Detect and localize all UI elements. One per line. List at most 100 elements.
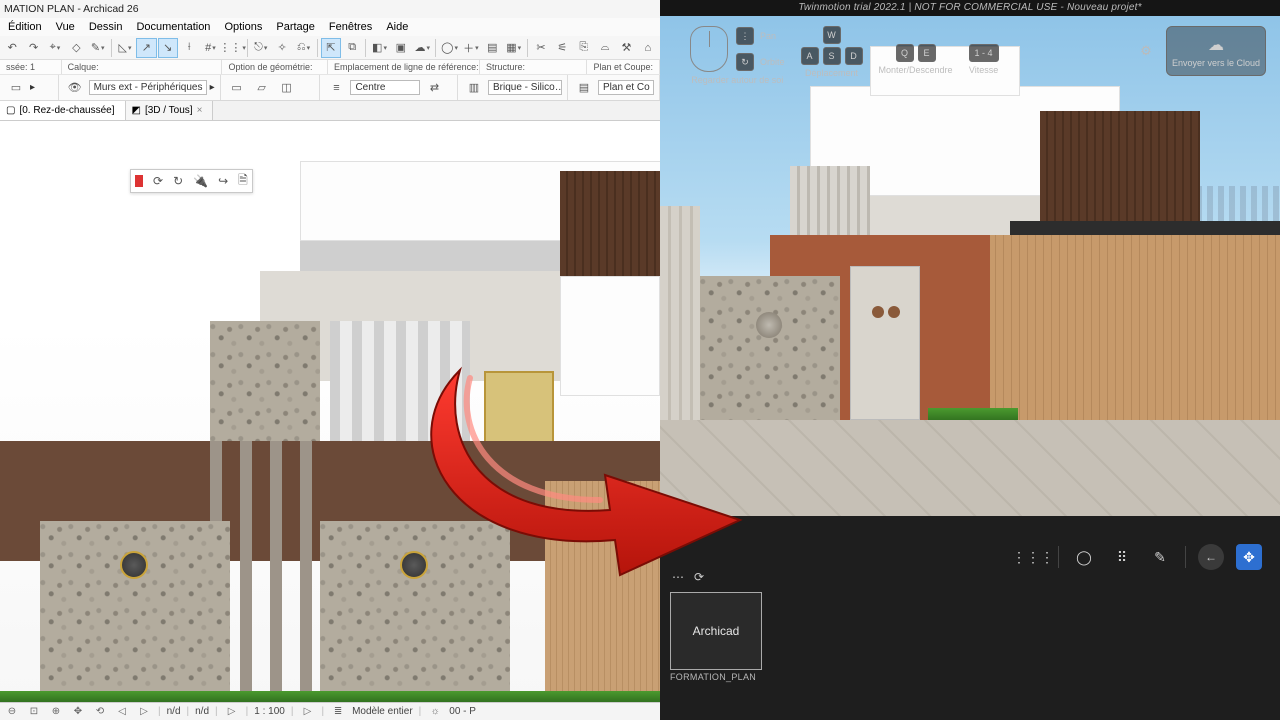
magic-icon[interactable]: ✧	[272, 38, 292, 58]
sheets-icon[interactable]: ▦	[503, 38, 523, 58]
hud-mouse-group: ⋮Pan ↻Orbite Regarder autour de soi	[690, 26, 785, 85]
key-d: D	[845, 47, 863, 65]
redo-icon[interactable]: ↷	[23, 38, 43, 58]
sb-fit-icon[interactable]: ⊡	[26, 705, 42, 719]
twinmotion-window: Twinmotion trial 2022.1 | NOT FOR COMMER…	[660, 0, 1280, 720]
guideline-a-icon[interactable]: ↗	[136, 38, 156, 58]
sb-prev-icon[interactable]: ◁	[114, 705, 130, 719]
struct-field[interactable]: Brique - Silico…	[488, 80, 562, 95]
marker-icon[interactable]: ✎	[88, 38, 108, 58]
floating-toolbar[interactable]: ⟳ ↻ 🔌 ↪ 🗎	[130, 169, 253, 193]
ft-plug-icon[interactable]: 🔌	[193, 174, 208, 188]
archicad-menubar: Édition Vue Dessin Documentation Options…	[0, 18, 660, 36]
select-tool-icon[interactable]: ◯	[1071, 544, 1097, 570]
plan-field[interactable]: Plan et Co	[598, 80, 654, 95]
menu-partage[interactable]: Partage	[270, 18, 321, 36]
navigation-hud: ⋮Pan ↻Orbite Regarder autour de soi W A …	[690, 26, 1266, 100]
archicad-window: MATION PLAN - Archicad 26 Édition Vue De…	[0, 0, 660, 720]
import-refresh-icon[interactable]: ⟳	[694, 570, 704, 584]
sb-zoomout-icon[interactable]: ⊖	[4, 705, 20, 719]
circle-icon[interactable]: ◯	[439, 38, 459, 58]
hdr-struct: Structure:	[480, 60, 587, 74]
tab-plan[interactable]: ▢ [0. Rez-de-chaussée]	[0, 101, 126, 120]
refline-field[interactable]: Centre	[350, 80, 420, 95]
ref-icon[interactable]: ≡	[325, 78, 347, 98]
hdr-refline: Emplacement de ligne de référence:	[328, 60, 480, 74]
snap-icon[interactable]: ⋮⋮	[222, 38, 244, 58]
home-icon[interactable]: ⌂	[638, 38, 658, 58]
guideline-b-icon[interactable]: ↘	[158, 38, 178, 58]
cloud-upload-icon: ☁	[1208, 35, 1224, 55]
sb-pan-icon[interactable]: ✥	[70, 705, 86, 719]
ruler-icon[interactable]: ⟊	[179, 38, 199, 58]
sb-view-icon[interactable]: ▷	[224, 705, 240, 719]
tool-icon[interactable]: ⚒	[616, 38, 636, 58]
back-tool-icon[interactable]: ←	[1198, 544, 1224, 570]
tab-3d[interactable]: ◩ [3D / Tous] ×	[126, 101, 214, 120]
geom-a-icon[interactable]: ▭	[226, 78, 248, 98]
plus-icon[interactable]: ＋	[461, 38, 481, 58]
sb-zoomin-icon[interactable]: ⊕	[48, 705, 64, 719]
material-tool-icon[interactable]: ⠿	[1109, 544, 1135, 570]
trim-icon[interactable]: ⎌	[293, 38, 313, 58]
suspend-icon[interactable]: ◇	[66, 38, 86, 58]
send-to-cloud-button[interactable]: ☁ Envoyer vers le Cloud	[1166, 26, 1266, 76]
sb-nd1: n/d	[167, 706, 181, 717]
ft-refresh-icon[interactable]: ⟳	[153, 174, 163, 188]
import-more-icon[interactable]: ⋯	[672, 570, 684, 584]
menu-dessin[interactable]: Dessin	[83, 18, 129, 36]
arc-icon[interactable]: ⌓	[595, 38, 615, 58]
grid-tool-icon[interactable]: ⋮⋮⋮	[1020, 544, 1046, 570]
pin-icon[interactable]	[135, 175, 143, 187]
picker-tool-icon[interactable]: ✎	[1147, 544, 1173, 570]
menu-options[interactable]: Options	[218, 18, 268, 36]
undo-icon[interactable]: ↶	[2, 38, 22, 58]
sb-zoom-icon[interactable]: ▷	[299, 705, 315, 719]
ref-flip-icon[interactable]: ⇄	[423, 78, 445, 98]
gravity-icon[interactable]: ⎋	[251, 38, 271, 58]
link-icon[interactable]: ⎘	[574, 38, 594, 58]
wand-icon[interactable]: ⚟	[552, 38, 572, 58]
grid-icon[interactable]: #	[200, 38, 220, 58]
menu-documentation[interactable]: Documentation	[130, 18, 216, 36]
key-a: A	[801, 47, 819, 65]
box-icon[interactable]: ▣	[391, 38, 411, 58]
sb-right: 00 - P	[449, 706, 476, 717]
move-tool-icon[interactable]: ✥	[1236, 544, 1262, 570]
layer-field[interactable]: Murs ext - Périphériques	[89, 80, 207, 95]
archicad-3d-viewport[interactable]: ⟳ ↻ 🔌 ↪ 🗎	[0, 121, 660, 702]
cut-icon[interactable]: ✂	[531, 38, 551, 58]
archicad-titlebar: MATION PLAN - Archicad 26	[0, 0, 660, 18]
sb-model[interactable]: Modèle entier	[352, 706, 413, 717]
hud-move-label: Déplacement	[805, 68, 858, 78]
geom-c-icon[interactable]: ◫	[276, 78, 298, 98]
settings-gear-icon[interactable]: ⚙	[1136, 41, 1156, 61]
menu-edition[interactable]: Édition	[2, 18, 48, 36]
cloud-icon[interactable]: ☁	[412, 38, 432, 58]
sb-next-icon[interactable]: ▷	[136, 705, 152, 719]
struct-icon[interactable]: ▥	[463, 78, 485, 98]
guide-icon[interactable]: ◺	[115, 38, 135, 58]
sb-sun-icon[interactable]: ☼	[427, 705, 443, 719]
layer-eye-icon[interactable]: 👁	[64, 78, 86, 98]
ft-page-icon[interactable]: 🗎	[238, 171, 248, 192]
hud-pan-label: Pan	[760, 31, 776, 41]
import-card-archicad[interactable]: Archicad	[670, 592, 762, 670]
cube-icon[interactable]: ◧	[369, 38, 389, 58]
adjust-icon[interactable]: ⇱	[321, 38, 341, 58]
geom-b-icon[interactable]: ▱	[251, 78, 273, 98]
menu-aide[interactable]: Aide	[380, 18, 414, 36]
plan-icon[interactable]: ▤	[573, 78, 595, 98]
sb-orbit-icon[interactable]: ⟲	[92, 705, 108, 719]
ft-orbit-icon[interactable]: ↻	[173, 174, 183, 188]
sheet-icon[interactable]: ▤	[482, 38, 502, 58]
close-tab-icon[interactable]: ×	[197, 101, 203, 121]
menu-vue[interactable]: Vue	[50, 18, 81, 36]
sb-layers-icon[interactable]: ≣	[330, 705, 346, 719]
ft-export-icon[interactable]: ↪	[218, 174, 228, 188]
storey-icon[interactable]: ▭	[5, 78, 27, 98]
measure-icon[interactable]: ⧉	[342, 38, 362, 58]
menu-fenetres[interactable]: Fenêtres	[323, 18, 378, 36]
pick-icon[interactable]: ⌖	[45, 38, 65, 58]
sb-scale[interactable]: 1 : 100	[254, 706, 285, 717]
